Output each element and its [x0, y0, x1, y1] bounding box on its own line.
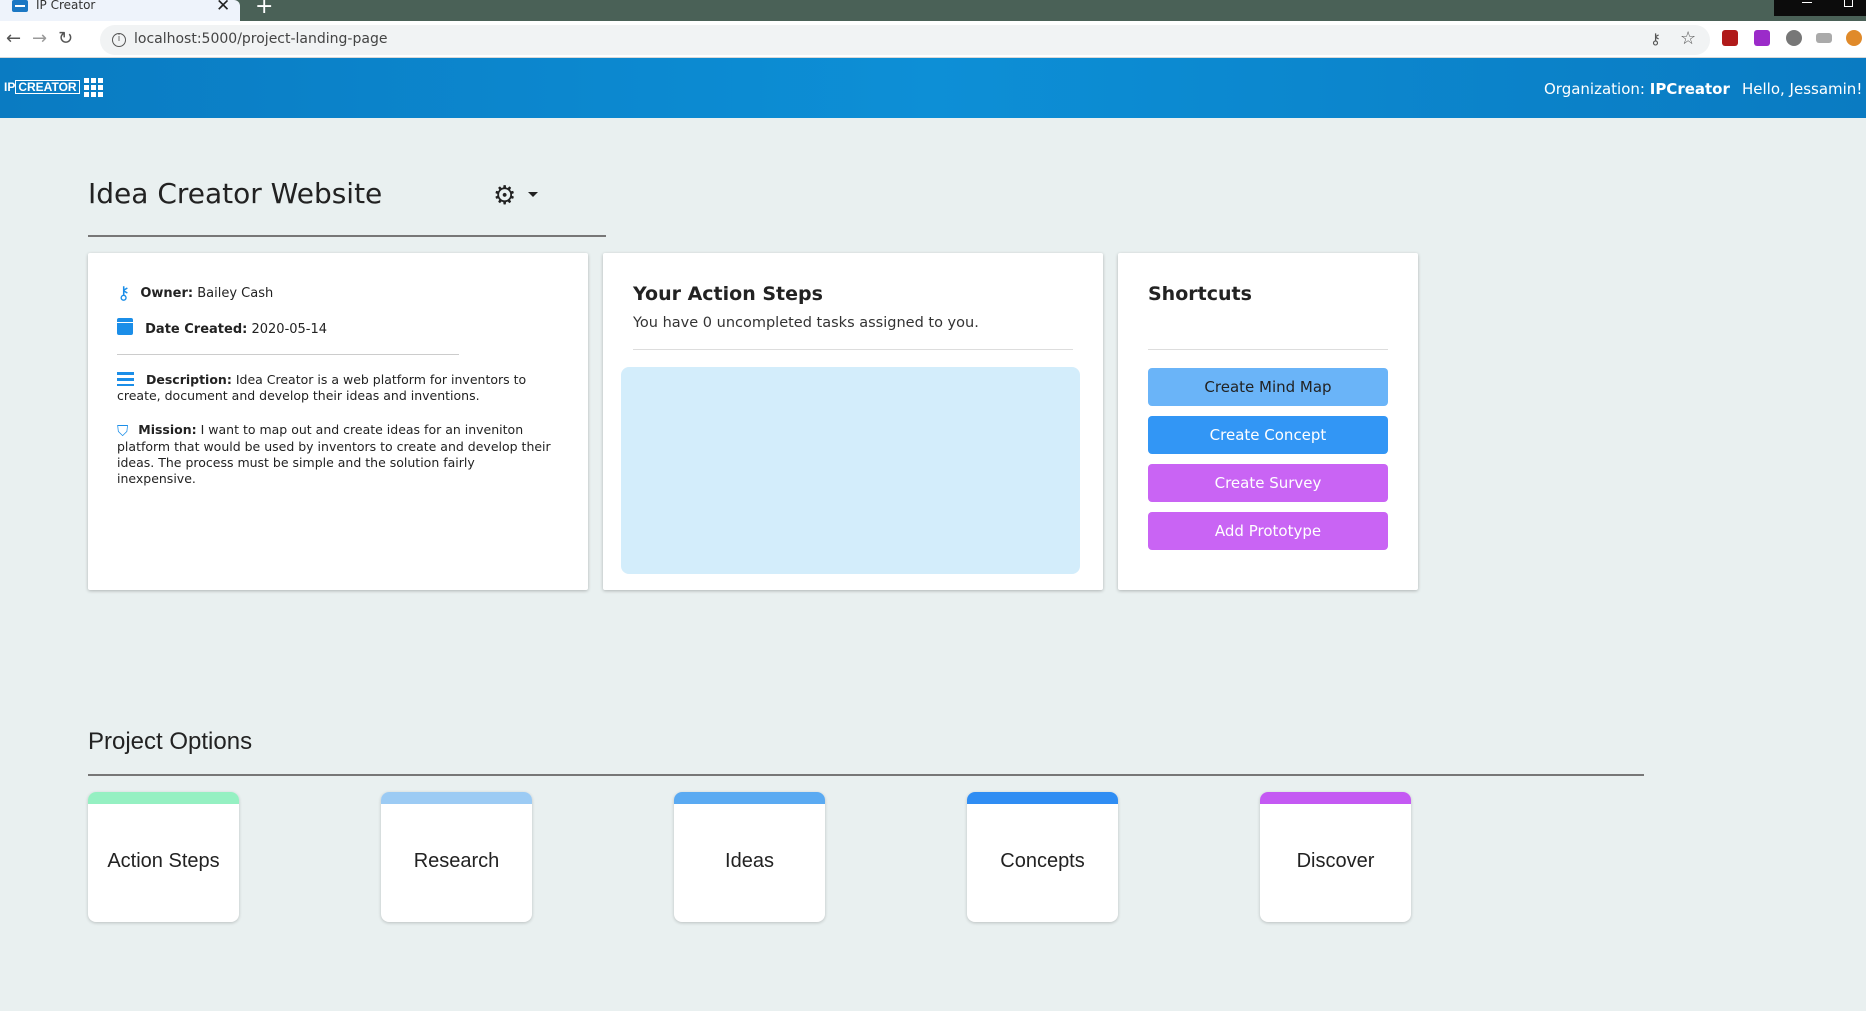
reading-list-icon[interactable]: [1816, 33, 1832, 43]
window-controls: [1774, 0, 1866, 16]
shortcuts-divider: [1148, 349, 1388, 350]
reload-icon[interactable]: ↻: [58, 27, 73, 51]
org-label-text: Organization:: [1544, 80, 1645, 98]
address-bar[interactable]: i localhost:5000/project-landing-page ⚷ …: [100, 25, 1710, 55]
option-card-discover[interactable]: Discover: [1260, 792, 1411, 922]
date-created-row: Date Created: 2020-05-14: [117, 318, 327, 337]
extension-icon[interactable]: [1754, 30, 1770, 46]
option-card-research[interactable]: Research: [381, 792, 532, 922]
owner-label: Owner:: [140, 286, 194, 301]
option-label: Discover: [1296, 850, 1375, 872]
settings-gear-icon[interactable]: ⚙: [493, 181, 516, 211]
logo-ip-text: IP: [4, 80, 16, 94]
page-title: Idea Creator Website: [88, 177, 383, 210]
create-survey-button[interactable]: Create Survey: [1148, 464, 1388, 502]
browser-tab[interactable]: IP Creator ✕: [0, 0, 240, 21]
profile-avatar-icon[interactable]: [1846, 30, 1862, 46]
option-label: Ideas: [725, 850, 774, 872]
option-label: Action Steps: [107, 850, 220, 872]
action-steps-subtitle: You have 0 uncompleted tasks assigned to…: [633, 315, 979, 331]
create-mind-map-button[interactable]: Create Mind Map: [1148, 368, 1388, 406]
browser-toolbar: ← → ↻ i localhost:5000/project-landing-p…: [0, 21, 1866, 58]
option-color-bar: [88, 792, 239, 804]
mission-label: Mission:: [138, 422, 197, 437]
forward-arrow-icon[interactable]: →: [32, 27, 47, 51]
date-created-label: Date Created:: [145, 322, 248, 337]
key-icon: ⚷: [117, 283, 131, 304]
project-options-heading: Project Options: [88, 728, 253, 755]
ublock-extension-icon[interactable]: [1722, 30, 1738, 46]
project-options-divider: [88, 774, 1644, 776]
action-steps-card: Your Action Steps You have 0 uncompleted…: [603, 253, 1103, 590]
logo-creator-text: CREATOR: [15, 80, 80, 94]
calendar-icon: [117, 318, 133, 335]
owner-value: Bailey Cash: [197, 286, 274, 301]
back-arrow-icon[interactable]: ←: [6, 27, 21, 51]
new-tab-button[interactable]: +: [255, 0, 273, 19]
puzzle-extensions-icon[interactable]: [1786, 30, 1802, 46]
option-color-bar: [967, 792, 1118, 804]
project-info-card: ⚷ Owner: Bailey Cash Date Created: 2020-…: [88, 253, 588, 590]
option-card-action-steps[interactable]: Action Steps: [88, 792, 239, 922]
create-concept-button[interactable]: Create Concept: [1148, 416, 1388, 454]
tasks-list-area: [621, 367, 1080, 574]
action-steps-heading: Your Action Steps: [633, 283, 823, 305]
option-label: Research: [413, 850, 500, 872]
owner-row: ⚷ Owner: Bailey Cash: [117, 283, 273, 304]
minimize-icon[interactable]: [1802, 2, 1812, 3]
maximize-icon[interactable]: [1844, 0, 1853, 7]
shortcuts-heading: Shortcuts: [1148, 283, 1252, 305]
bookmark-star-icon[interactable]: ☆: [1680, 28, 1696, 49]
description-block: Description: Idea Creator is a web platf…: [117, 372, 557, 404]
user-greeting[interactable]: Hello, Jessamin!: [1742, 80, 1862, 98]
mission-block: ⛉ Mission: I want to map out and create …: [117, 422, 557, 487]
date-created-value: 2020-05-14: [251, 322, 328, 337]
option-label: Concepts: [1000, 850, 1085, 872]
title-divider: [88, 235, 606, 237]
action-steps-divider: [633, 349, 1073, 350]
description-lines-icon: [117, 372, 134, 386]
option-card-concepts[interactable]: Concepts: [967, 792, 1118, 922]
option-color-bar: [1260, 792, 1411, 804]
apps-grid-icon[interactable]: [84, 78, 104, 97]
description-label: Description:: [145, 372, 232, 387]
browser-tabstrip: IP Creator ✕ +: [0, 0, 1866, 21]
chevron-down-icon[interactable]: [528, 192, 538, 197]
organization-label: Organization: IPCreator: [1544, 80, 1730, 98]
tab-title: IP Creator: [36, 0, 96, 12]
option-card-ideas[interactable]: Ideas: [674, 792, 825, 922]
option-color-bar: [674, 792, 825, 804]
shortcuts-card: Shortcuts Create Mind Map Create Concept…: [1118, 253, 1418, 590]
add-prototype-button[interactable]: Add Prototype: [1148, 512, 1388, 550]
tab-favicon-icon: [12, 0, 28, 12]
org-name: IPCreator: [1649, 80, 1730, 98]
key-icon[interactable]: ⚷: [1650, 30, 1661, 48]
tab-close-icon[interactable]: ✕: [216, 0, 230, 16]
binoculars-icon: ⛉: [117, 422, 129, 440]
ipcreator-logo[interactable]: IP CREATOR: [4, 80, 80, 94]
app-header: IP CREATOR Organization: IPCreator Hello,…: [0, 58, 1866, 118]
site-info-icon[interactable]: i: [112, 33, 126, 47]
option-color-bar: [381, 792, 532, 804]
info-divider: [117, 354, 459, 355]
url-text[interactable]: localhost:5000/project-landing-page: [134, 31, 387, 47]
